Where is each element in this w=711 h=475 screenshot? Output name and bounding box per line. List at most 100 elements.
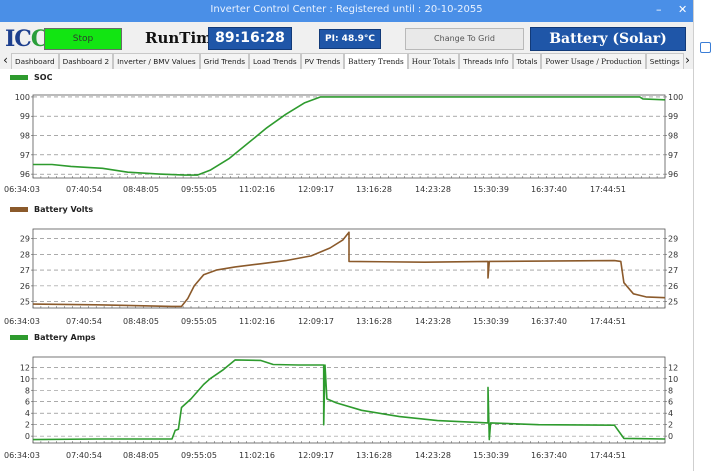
soc-ytick-right: 96 xyxy=(668,170,678,179)
battery-amps-xtick-label: 16:37:40 xyxy=(531,451,567,460)
tab-totals[interactable]: Totals xyxy=(512,53,542,69)
side-panel-icon[interactable] xyxy=(700,42,711,53)
battery-volts-xtick-label: 16:37:40 xyxy=(531,317,567,326)
battery-amps-legend-label: Battery Amps xyxy=(34,333,96,342)
soc-xtick-label: 17:44:51 xyxy=(590,185,626,194)
battery-amps-ytick-left: 4 xyxy=(25,409,30,418)
soc-legend-swatch xyxy=(10,75,28,80)
battery-volts-ytick-right: 25 xyxy=(668,298,678,307)
soc-ytick-left: 99 xyxy=(20,112,30,121)
close-icon[interactable]: ✕ xyxy=(678,3,687,16)
battery-amps-xtick-label: 07:40:54 xyxy=(66,451,102,460)
battery-volts-legend-swatch xyxy=(10,207,28,212)
app-logo: ICC xyxy=(5,26,48,52)
tab-settings[interactable]: Settings xyxy=(645,53,684,69)
battery-amps-xtick-label: 09:55:05 xyxy=(181,451,217,460)
app-window: Inverter Control Center : Registered unt… xyxy=(0,0,694,471)
battery-amps-ytick-left: 12 xyxy=(20,363,30,372)
soc-xtick-label: 12:09:17 xyxy=(298,185,334,194)
soc-legend-label: SOC xyxy=(34,73,53,82)
change-to-grid-button[interactable]: Change To Grid xyxy=(405,28,524,50)
tab-strip: Dashboard Dashboard 2 Inverter / BMV Value… xyxy=(11,53,684,70)
battery-amps-ytick-left: 10 xyxy=(20,375,30,384)
tab-battery-trends[interactable]: Battery Trends xyxy=(344,53,408,70)
battery-volts-legend-label: Battery Volts xyxy=(34,205,93,214)
soc-xtick-label: 09:55:05 xyxy=(181,185,217,194)
tab-grid-trends[interactable]: Grid Trends xyxy=(199,53,250,69)
soc-xtick-label: 07:40:54 xyxy=(66,185,102,194)
soc-ytick-right: 99 xyxy=(668,112,678,121)
runtime-value: 89:16:28 xyxy=(208,27,292,50)
tab-scroll-right-icon[interactable]: › xyxy=(682,52,693,68)
battery-amps-ytick-left: 8 xyxy=(25,386,30,395)
battery-amps-legend-swatch xyxy=(10,335,28,340)
battery-volts-xtick-label: 14:23:28 xyxy=(415,317,451,326)
soc-xtick-label: 14:23:28 xyxy=(415,185,451,194)
soc-ytick-right: 97 xyxy=(668,151,678,160)
tab-inverter-bmv-values[interactable]: Inverter / BMV Values xyxy=(113,53,200,69)
battery-volts-xtick-label: 09:55:05 xyxy=(181,317,217,326)
tab-pv-trends[interactable]: PV Trends xyxy=(300,53,345,69)
battery-volts-ytick-right: 27 xyxy=(668,266,678,275)
battery-amps-ytick-right: 2 xyxy=(668,421,673,430)
soc-xtick-label: 06:34:03 xyxy=(4,185,40,194)
soc-ytick-right: 100 xyxy=(668,93,683,102)
battery-amps-ytick-right: 6 xyxy=(668,398,673,407)
battery-amps-plot-frame xyxy=(32,356,666,444)
trend-charts: SOC96 9697 9798 9899 99100 10006:34:03 07:40:5… xyxy=(4,73,683,460)
battery-volts-xtick-label: 13:16:28 xyxy=(356,317,392,326)
battery-volts-ytick-left: 26 xyxy=(20,282,30,291)
battery-volts-xtick-label: 06:34:03 xyxy=(4,317,40,326)
battery-amps-xtick-label: 08:48:05 xyxy=(123,451,159,460)
battery-volts-xtick-label: 12:09:17 xyxy=(298,317,334,326)
window-title: Inverter Control Center : Registered unt… xyxy=(210,4,483,15)
battery-amps-ytick-right: 12 xyxy=(668,363,678,372)
battery-volts-xtick-label: 08:48:05 xyxy=(123,317,159,326)
battery-amps-xtick-label: 11:02:16 xyxy=(239,451,275,460)
battery-trends-panel: SOC 96 96 97 97 98 98 99 99 100 100 06:34:03 07:40:5… xyxy=(0,69,693,471)
soc-xtick-label: 13:16:28 xyxy=(356,185,392,194)
stop-button[interactable]: Stop xyxy=(44,28,122,50)
battery-volts-ytick-right: 29 xyxy=(668,234,678,243)
tab-dashboard-2[interactable]: Dashboard 2 xyxy=(58,53,114,69)
soc-ytick-left: 96 xyxy=(20,170,30,179)
tab-scroll-left-icon[interactable]: ‹ xyxy=(0,52,11,68)
soc-xtick-label: 15:30:39 xyxy=(473,185,509,194)
title-bar[interactable]: Inverter Control Center : Registered unt… xyxy=(0,0,693,22)
tab-power-usage-production[interactable]: Power Usage / Production xyxy=(541,53,646,69)
battery-amps-ytick-right: 0 xyxy=(668,432,673,441)
battery-volts-ytick-left: 28 xyxy=(20,250,30,259)
battery-volts-xtick-label: 07:40:54 xyxy=(66,317,102,326)
soc-ytick-left: 97 xyxy=(20,151,30,160)
tab-load-trends[interactable]: Load Trends xyxy=(249,53,301,69)
minimize-icon[interactable]: – xyxy=(656,3,662,16)
temperature-readout: PI: 48.9°C xyxy=(319,29,381,49)
battery-volts-ytick-left: 25 xyxy=(20,298,30,307)
soc-plot-frame xyxy=(32,94,666,179)
battery-volts-ytick-right: 28 xyxy=(668,250,678,259)
battery-mode-button[interactable]: Battery (Solar) xyxy=(530,27,686,51)
soc-ytick-left: 100 xyxy=(15,93,30,102)
soc-xtick-label: 16:37:40 xyxy=(531,185,567,194)
tab-threads-info[interactable]: Threads Info xyxy=(459,53,513,69)
soc-ytick-left: 98 xyxy=(20,132,30,141)
battery-amps-ytick-right: 8 xyxy=(668,386,673,395)
battery-volts-xtick-label: 17:44:51 xyxy=(590,317,626,326)
battery-amps-ytick-left: 6 xyxy=(25,398,30,407)
battery-amps-xtick-label: 06:34:03 xyxy=(4,451,40,460)
soc-xtick-label: 08:48:05 xyxy=(123,185,159,194)
battery-volts-xtick-label: 15:30:39 xyxy=(473,317,509,326)
tab-hour-totals[interactable]: Hour Totals xyxy=(407,53,460,69)
battery-amps-xtick-label: 14:23:28 xyxy=(415,451,451,460)
battery-amps-ytick-right: 10 xyxy=(668,375,678,384)
battery-amps-ytick-left: 2 xyxy=(25,421,30,430)
battery-volts-ytick-left: 27 xyxy=(20,266,30,275)
tab-dashboard[interactable]: Dashboard xyxy=(11,53,59,69)
soc-xtick-label: 11:02:16 xyxy=(239,185,275,194)
battery-amps-xtick-label: 15:30:39 xyxy=(473,451,509,460)
battery-volts-xtick-label: 11:02:16 xyxy=(239,317,275,326)
battery-amps-xtick-label: 17:44:51 xyxy=(590,451,626,460)
battery-volts-ytick-right: 26 xyxy=(668,282,678,291)
battery-volts-ytick-left: 29 xyxy=(20,234,30,243)
battery-amps-xtick-label: 12:09:17 xyxy=(298,451,334,460)
